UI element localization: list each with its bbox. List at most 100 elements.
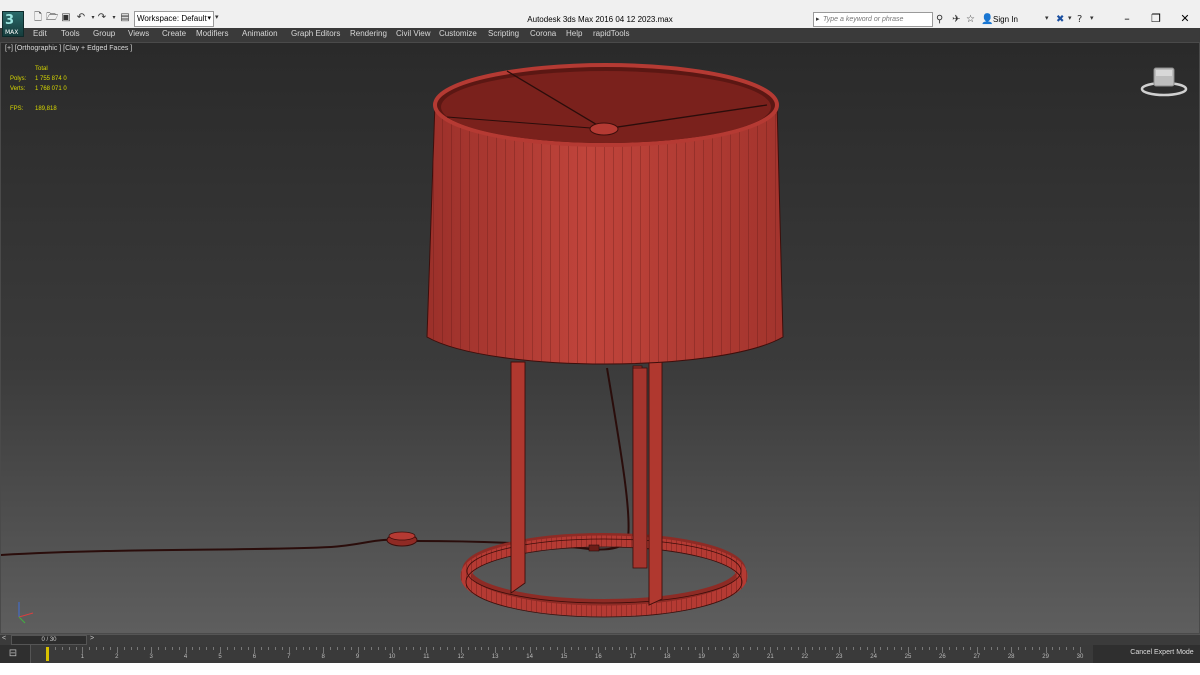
app-logo-icon: 3 MAX [2, 11, 24, 37]
menu-modifiers[interactable]: Modifiers [196, 29, 228, 38]
timeline-major-tick [736, 647, 737, 653]
search-input[interactable]: ▸ Type a keyword or phrase [813, 12, 933, 27]
help-dropdown-icon[interactable]: ▾ [1090, 14, 1094, 22]
menu-create[interactable]: Create [162, 29, 186, 38]
favorites-icon[interactable]: ☆ [966, 14, 975, 25]
timeline-minor-tick [914, 647, 916, 650]
timeline-minor-tick [508, 647, 510, 650]
timeline-ruler[interactable]: 1 2 3 4 5 6 7 8 9 10 11 12 13 14 15 16 17 18 19 20 21 22 23 24 2… [30, 645, 1093, 663]
sign-in-dropdown-icon[interactable]: ▾ [1045, 14, 1049, 22]
sign-in-button[interactable]: Sign In [993, 15, 1018, 24]
timeline-frame-label: 3 [149, 654, 153, 660]
timeline-minor-tick [398, 647, 400, 650]
timeline-minor-tick [756, 647, 758, 650]
timeline-minor-tick [887, 647, 889, 650]
time-slider-thumb[interactable]: 0 / 30 [11, 635, 87, 645]
timeline-minor-tick [109, 647, 111, 650]
timeline-frame-label: 17 [629, 654, 637, 660]
timeline-frame-label: 29 [1042, 654, 1049, 660]
timeline-minor-tick [577, 647, 579, 650]
timeline-major-tick [564, 647, 565, 653]
application-button[interactable]: 3 MAX [2, 11, 24, 37]
perspective-viewport[interactable]: [+] [Orthographic ] [Clay + Edged Faces … [0, 42, 1200, 634]
timeline-minor-tick [818, 647, 820, 650]
timeline-minor-tick [653, 647, 655, 650]
timeline-major-tick [495, 647, 497, 653]
timeline-frame-label: 12 [457, 654, 465, 660]
slider-prev-button[interactable]: < [2, 635, 10, 645]
timeline-minor-tick [178, 647, 180, 650]
timeline-frame-label: 30 [1076, 654, 1084, 660]
menu-tools[interactable]: Tools [61, 29, 80, 38]
timeline-minor-tick [261, 647, 263, 650]
timeline-minor-tick [75, 647, 77, 650]
shade-frame-hub[interactable] [589, 122, 619, 136]
timeline-major-tick [942, 647, 944, 653]
timeline-minor-tick [522, 647, 524, 650]
timeline-frame-label: 8 [321, 654, 325, 660]
timeline-minor-tick [901, 647, 903, 650]
menu-scripting[interactable]: Scripting [488, 29, 519, 38]
help-icon[interactable]: ? [1077, 14, 1082, 25]
menu-corona[interactable]: Corona [530, 29, 556, 38]
timeline-minor-tick [550, 647, 552, 650]
menu-group[interactable]: Group [93, 29, 115, 38]
exchange-dropdown-icon[interactable]: ▾ [1068, 14, 1072, 22]
viewcube-icon[interactable] [1139, 65, 1189, 99]
minimize-icon[interactable]: – [1120, 12, 1134, 26]
time-slider[interactable]: < 0 / 30 > [0, 634, 1200, 645]
current-frame-marker[interactable] [46, 647, 49, 661]
timeline-major-tick [1011, 647, 1013, 653]
menu-edit[interactable]: Edit [33, 29, 47, 38]
trackbar-toggle-icon[interactable]: ⊟ [6, 647, 20, 661]
binoculars-icon[interactable]: ⚲ [936, 14, 943, 25]
timeline-minor-tick [646, 647, 648, 650]
scene-canvas[interactable] [1, 43, 1200, 634]
timeline-minor-tick [674, 647, 676, 650]
timeline-frame-label: 16 [595, 654, 602, 660]
menu-rapidtools[interactable]: rapidTools [593, 29, 629, 38]
timeline-minor-tick [467, 647, 469, 650]
timeline-minor-tick [1059, 647, 1061, 650]
power-cord[interactable] [1, 538, 389, 556]
timeline-minor-tick [557, 647, 559, 650]
close-icon[interactable]: ✕ [1178, 12, 1192, 26]
menu-graph-editors[interactable]: Graph Editors [291, 29, 340, 38]
lamp-leg-front-right[interactable] [648, 361, 663, 606]
viewport-label[interactable]: [+] [Orthographic ] [Clay + Edged Faces … [5, 45, 132, 52]
lamp-leg-front-left[interactable] [510, 361, 526, 594]
menu-help[interactable]: Help [566, 29, 582, 38]
timeline-major-tick [151, 647, 153, 653]
timeline-major-tick [392, 647, 393, 653]
timeline-major-tick [323, 647, 325, 653]
timeline-frame-label: 25 [904, 654, 912, 660]
user-icon[interactable]: 👤 [981, 14, 993, 25]
menu-customize[interactable]: Customize [439, 29, 477, 38]
menu-civil-view[interactable]: Civil View [396, 29, 431, 38]
timeline-minor-tick [742, 647, 744, 650]
menu-rendering[interactable]: Rendering [350, 29, 387, 38]
search-expand-icon[interactable]: ▸ [816, 13, 820, 26]
menu-animation[interactable]: Animation [242, 29, 278, 38]
communication-center-icon[interactable]: ✈ [952, 14, 960, 25]
timeline-frame-label: 1 [80, 654, 85, 660]
slider-next-button[interactable]: > [90, 635, 98, 645]
timeline-minor-tick [199, 647, 201, 650]
timeline-minor-tick [130, 647, 132, 650]
timeline-minor-tick [302, 647, 304, 650]
timeline-major-tick [288, 647, 290, 653]
timeline-minor-tick [474, 647, 476, 650]
cancel-expert-mode-button[interactable]: Cancel Expert Mode [1128, 646, 1196, 660]
menu-views[interactable]: Views [128, 29, 149, 38]
timeline-minor-tick [336, 647, 338, 650]
timeline-minor-tick [749, 647, 751, 650]
restore-icon[interactable]: ❐ [1149, 12, 1163, 26]
timeline-minor-tick [1004, 647, 1006, 650]
timeline-minor-tick [949, 647, 951, 650]
timeline-minor-tick [722, 647, 724, 650]
timeline-minor-tick [378, 647, 380, 650]
exchange-icon[interactable]: ✖ [1056, 14, 1064, 25]
lamp-leg-center[interactable] [632, 367, 648, 569]
timeline-minor-tick [797, 647, 799, 650]
timeline-minor-tick [309, 647, 311, 650]
